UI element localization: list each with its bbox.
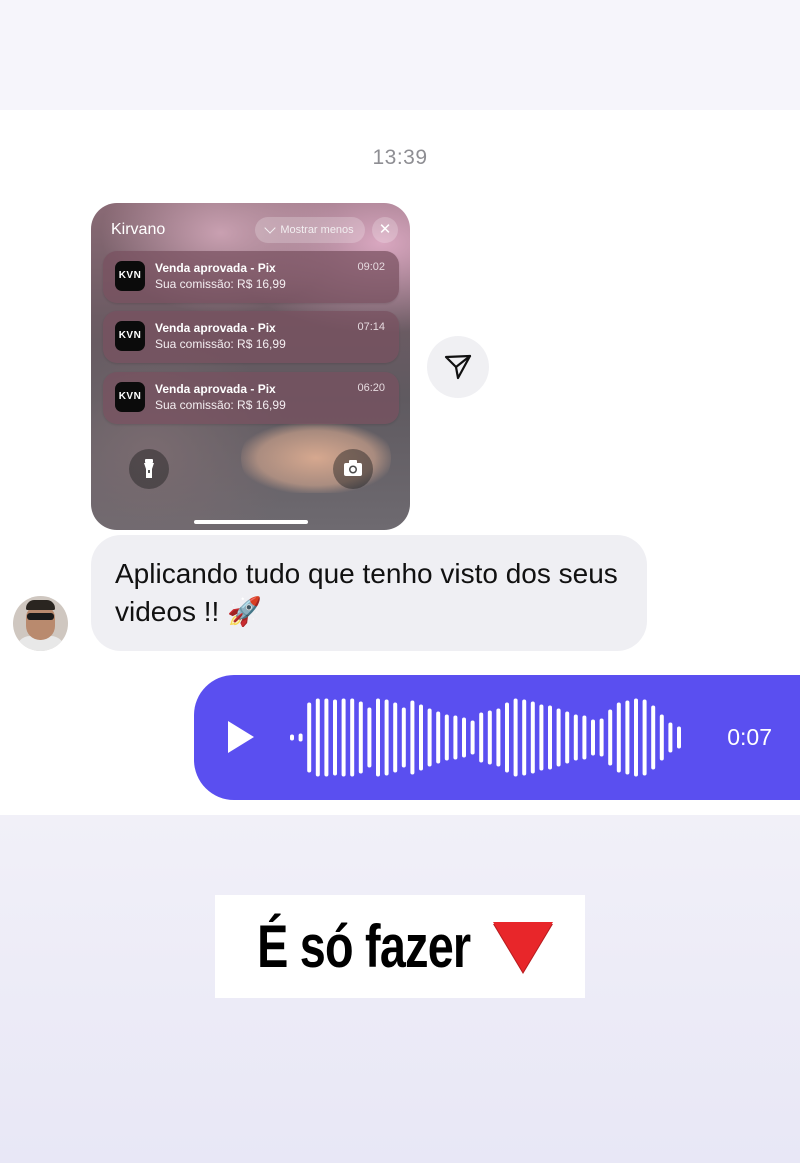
show-less-label: Mostrar menos bbox=[280, 224, 354, 236]
waveform-bar bbox=[410, 700, 415, 775]
waveform-bar bbox=[651, 705, 656, 770]
show-less-button[interactable]: Mostrar menos bbox=[255, 217, 365, 243]
notification-body: Sua comissão: R$ 16,99 bbox=[155, 277, 286, 291]
message-timestamp: 13:39 bbox=[372, 146, 428, 169]
waveform-bar bbox=[350, 698, 355, 777]
play-icon[interactable] bbox=[228, 721, 254, 753]
waveform-bar bbox=[307, 702, 312, 773]
waveform-bar bbox=[358, 701, 363, 774]
waveform-bar bbox=[436, 711, 441, 764]
waveform-bar bbox=[367, 707, 372, 768]
waveform-bar bbox=[298, 733, 303, 742]
flashlight-glyph bbox=[144, 459, 154, 478]
camera-icon[interactable] bbox=[333, 449, 373, 489]
waveform-bar bbox=[582, 715, 587, 760]
notification-title: Venda aprovada - Pix bbox=[155, 321, 276, 335]
caption-text: É só fazer bbox=[257, 913, 471, 980]
incoming-message-bubble[interactable]: Aplicando tudo que tenho visto dos seus … bbox=[91, 535, 647, 651]
waveform-bar bbox=[573, 714, 578, 761]
waveform-bar bbox=[539, 704, 544, 771]
waveform-bar bbox=[608, 709, 613, 766]
waveform-bar bbox=[599, 718, 604, 757]
notification-time: 07:14 bbox=[357, 321, 385, 333]
audio-waveform[interactable] bbox=[288, 675, 698, 800]
waveform-bar bbox=[496, 708, 501, 767]
notification-title: Venda aprovada - Pix bbox=[155, 382, 276, 396]
notification-body: Sua comissão: R$ 16,99 bbox=[155, 337, 286, 351]
notification-time: 06:20 bbox=[357, 382, 385, 394]
caption-banner: É só fazer bbox=[215, 895, 585, 998]
notification-body: Sua comissão: R$ 16,99 bbox=[155, 398, 286, 412]
avatar[interactable] bbox=[13, 596, 68, 651]
waveform-bar bbox=[625, 700, 630, 775]
waveform-bar bbox=[376, 698, 380, 777]
avatar-hair bbox=[26, 600, 55, 610]
waveform-bar bbox=[444, 714, 449, 761]
red-triangle-down-icon bbox=[492, 921, 553, 972]
waveform-bar bbox=[462, 717, 466, 758]
waveform-bar bbox=[427, 708, 432, 767]
waveform-bar bbox=[634, 698, 638, 777]
waveform-bar bbox=[677, 726, 681, 749]
voice-message-bubble[interactable]: 0:07 bbox=[194, 675, 800, 800]
waveform-bar bbox=[393, 702, 398, 773]
avatar-sunglasses bbox=[27, 613, 54, 620]
waveform-bar bbox=[668, 722, 673, 753]
send-glyph bbox=[444, 354, 472, 380]
waveform-bar bbox=[530, 701, 535, 774]
notification-app-name: Kirvano bbox=[111, 221, 166, 238]
waveform-bar bbox=[324, 698, 329, 777]
waveform-bar bbox=[556, 708, 561, 767]
waveform-bar bbox=[419, 704, 423, 771]
waveform-bar bbox=[315, 698, 320, 777]
kvn-app-icon: KVN bbox=[115, 261, 145, 291]
waveform-bar bbox=[642, 699, 647, 776]
shared-screenshot[interactable]: Kirvano Mostrar menos ✕ KVN Venda aprova… bbox=[91, 203, 410, 530]
waveform-bar bbox=[505, 702, 509, 773]
waveform-bar bbox=[565, 711, 570, 764]
voice-duration: 0:07 bbox=[727, 724, 772, 750]
waveform-bar bbox=[548, 705, 552, 770]
kvn-app-icon: KVN bbox=[115, 382, 145, 412]
waveform-bar bbox=[290, 734, 294, 741]
kvn-app-icon: KVN bbox=[115, 321, 145, 351]
waveform-bar bbox=[659, 714, 664, 761]
close-icon[interactable]: ✕ bbox=[372, 217, 398, 243]
camera-glyph bbox=[344, 460, 362, 476]
flashlight-icon[interactable] bbox=[129, 449, 169, 489]
waveform-bar bbox=[591, 719, 595, 756]
incoming-message-text: Aplicando tudo que tenho visto dos seus … bbox=[115, 558, 618, 627]
chevron-down-icon bbox=[264, 222, 276, 234]
waveform-bar bbox=[401, 707, 406, 768]
waveform-bar bbox=[333, 699, 337, 776]
top-band bbox=[0, 0, 800, 110]
notification-time: 09:02 bbox=[357, 261, 385, 273]
waveform-bar bbox=[479, 712, 484, 763]
waveform-bar bbox=[341, 698, 346, 777]
notification-card[interactable]: KVN Venda aprovada - Pix Sua comissão: R… bbox=[103, 372, 399, 424]
send-icon[interactable] bbox=[427, 336, 489, 398]
home-indicator bbox=[194, 520, 308, 524]
waveform-bar bbox=[453, 715, 458, 760]
waveform-bar bbox=[470, 720, 475, 755]
notification-card[interactable]: KVN Venda aprovada - Pix Sua comissão: R… bbox=[103, 251, 399, 303]
waveform-bar bbox=[513, 698, 518, 777]
waveform-bar bbox=[522, 699, 527, 776]
waveform-bar bbox=[384, 699, 389, 776]
notification-card[interactable]: KVN Venda aprovada - Pix Sua comissão: R… bbox=[103, 311, 399, 363]
waveform-bar bbox=[487, 710, 492, 765]
notification-title: Venda aprovada - Pix bbox=[155, 261, 276, 275]
waveform-bar bbox=[616, 702, 621, 773]
